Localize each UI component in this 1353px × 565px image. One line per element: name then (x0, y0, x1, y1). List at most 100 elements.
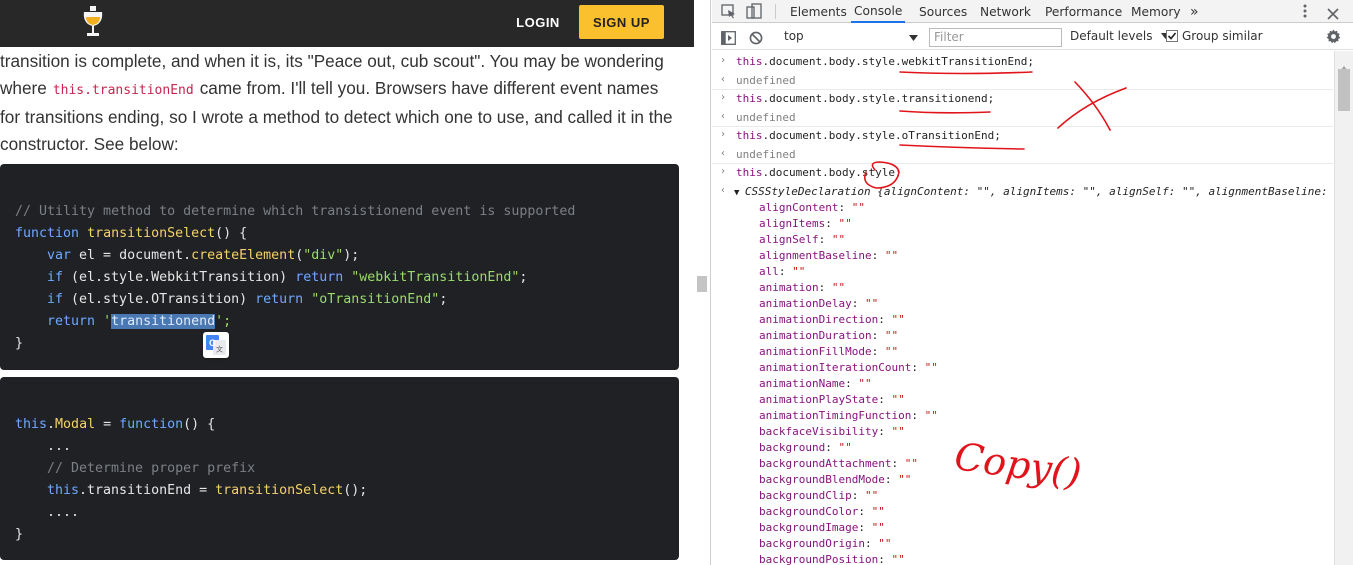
console-input-row[interactable]: › this.document.body.style.oTransitionEnd… (712, 127, 1333, 145)
checkbox-checked-icon[interactable] (1166, 30, 1178, 45)
google-translate-icon[interactable]: G 文 (203, 332, 229, 358)
property-name: alignSelf (759, 232, 819, 246)
inspect-element-icon[interactable] (721, 4, 737, 23)
object-type-name: CSSStyleDeclaration (744, 184, 871, 198)
pane-splitter[interactable] (694, 0, 711, 565)
property-value: "" (884, 248, 899, 262)
object-property-row[interactable]: animationDirection: "" (712, 311, 1333, 327)
object-property-row[interactable]: backfaceVisibility: "" (712, 423, 1333, 439)
context-select[interactable]: top (784, 29, 918, 46)
property-value: "" (891, 392, 905, 406)
site-logo[interactable] (78, 5, 108, 39)
code-function: transitionSelect (215, 483, 344, 498)
expand-triangle-icon[interactable]: ▼ (734, 188, 745, 198)
tab-performance[interactable]: Performance (1045, 0, 1122, 23)
context-select-value: top (784, 29, 804, 43)
tab-sources[interactable]: Sources (919, 0, 967, 23)
site-header: LOGIN SIGN UP (0, 0, 694, 47)
object-property-row[interactable]: backgroundBlendMode: "" (712, 471, 1333, 487)
property-entry: backgroundAttachment: "" (759, 457, 918, 470)
code-line: function transitionSelect() { (15, 224, 247, 244)
splitter-grip[interactable] (697, 276, 707, 292)
property-entry: animation: "" (759, 281, 845, 294)
property-colon: : (891, 456, 905, 470)
code-line: return 'transitionend'; (47, 312, 231, 332)
object-property-row[interactable]: all: "" (712, 263, 1333, 279)
property-colon: : (884, 472, 899, 486)
property-value: "" (891, 552, 905, 565)
console-command: this.document.body.style.oTransitionEnd; (736, 129, 1001, 142)
tab-console[interactable]: Console (851, 0, 906, 23)
object-property-row[interactable]: backgroundAttachment: "" (712, 455, 1333, 471)
object-property-row[interactable]: animationFillMode: "" (712, 343, 1333, 359)
object-property-row[interactable]: backgroundColor: "" (712, 503, 1333, 519)
article-line: constructor. See below: (0, 134, 179, 154)
article-text: transition is complete, and when it is, … (0, 48, 680, 158)
signup-button[interactable]: SIGN UP (579, 5, 664, 39)
console-input-row[interactable]: › this.document.body.style.transitionend; (712, 90, 1333, 108)
console-result: undefined (736, 73, 796, 87)
code-line: } (15, 336, 24, 351)
object-property-row[interactable]: alignmentBaseline: "" (712, 247, 1333, 263)
property-name: backgroundClip (759, 488, 852, 502)
scrollbar-thumb[interactable] (1338, 69, 1350, 111)
property-name: backgroundAttachment (759, 456, 892, 470)
object-property-row[interactable]: alignSelf: "" (712, 231, 1333, 247)
tab-elements[interactable]: Elements (790, 0, 847, 23)
object-property-row[interactable]: animationPlayState: "" (712, 391, 1333, 407)
tab-memory[interactable]: Memory (1131, 0, 1181, 23)
device-toolbar-icon[interactable] (746, 3, 762, 23)
property-colon: : (858, 520, 872, 534)
property-value: "" (878, 536, 892, 550)
console-input-row[interactable]: › this.document.body.style.webkitTransiti… (712, 53, 1333, 71)
filter-input[interactable]: Filter (929, 28, 1062, 47)
sidebar-toggle-icon[interactable] (721, 30, 736, 49)
object-property-row[interactable]: animationTimingFunction: "" (712, 407, 1333, 423)
property-name: alignItems (759, 216, 826, 230)
tab-network[interactable]: Network (980, 0, 1031, 23)
property-name: backgroundBlendMode (759, 472, 885, 486)
object-property-row[interactable]: animationDuration: "" (712, 327, 1333, 343)
object-property-row[interactable]: backgroundOrigin: "" (712, 535, 1333, 551)
property-name: backgroundImage (759, 520, 859, 534)
property-value: "" (831, 232, 846, 246)
more-tabs-button[interactable]: » (1190, 0, 1199, 23)
code-keyword: this (47, 483, 80, 498)
code-line: ... (47, 439, 72, 454)
object-property-row[interactable]: animation: "" (712, 279, 1333, 295)
object-property-row[interactable]: alignContent: "" (712, 199, 1333, 215)
object-property-row[interactable]: backgroundClip: "" (712, 487, 1333, 503)
settings-gear-icon[interactable] (1326, 29, 1341, 48)
object-property-row[interactable]: backgroundPosition: "" (712, 551, 1333, 565)
prompt-chevron-icon: › (720, 55, 727, 66)
property-colon: : (871, 328, 885, 342)
kebab-menu-icon[interactable] (1302, 3, 1308, 19)
object-property-row[interactable]: animationDelay: "" (712, 295, 1333, 311)
object-property-row[interactable]: backgroundImage: "" (712, 519, 1333, 535)
login-link[interactable]: LOGIN (505, 5, 571, 39)
property-value: "" (838, 440, 852, 454)
selected-text[interactable]: transitionend (111, 314, 216, 329)
object-property-row[interactable]: animationIterationCount: "" (712, 359, 1333, 375)
property-name: backgroundOrigin (759, 536, 865, 550)
group-similar-toggle[interactable]: Group similar (1166, 29, 1263, 45)
object-property-row[interactable]: background: "" (712, 439, 1333, 455)
console-scrollbar[interactable] (1334, 51, 1353, 565)
log-levels-dropdown[interactable]: Default levels (1070, 29, 1171, 43)
property-entry: backgroundOrigin: "" (759, 537, 891, 550)
code-line: } (15, 527, 24, 542)
property-entry: animationDuration: "" (759, 329, 898, 342)
property-entry: animationTimingFunction: "" (759, 409, 938, 422)
close-icon[interactable] (1327, 5, 1339, 24)
clear-console-icon[interactable] (749, 30, 763, 49)
object-property-row[interactable]: alignItems: "" (712, 215, 1333, 231)
object-property-row[interactable]: animationName: "" (712, 375, 1333, 391)
group-similar-label: Group similar (1182, 29, 1263, 43)
property-entry: backgroundPosition: "" (759, 553, 905, 565)
property-colon: : (818, 232, 832, 246)
property-value: "" (904, 456, 918, 470)
property-entry: backgroundBlendMode: "" (759, 473, 911, 486)
console-input-row[interactable]: › this.document.body.style; (712, 164, 1333, 182)
property-entry: animationDelay: "" (759, 297, 878, 310)
code-string: "div" (303, 248, 344, 263)
